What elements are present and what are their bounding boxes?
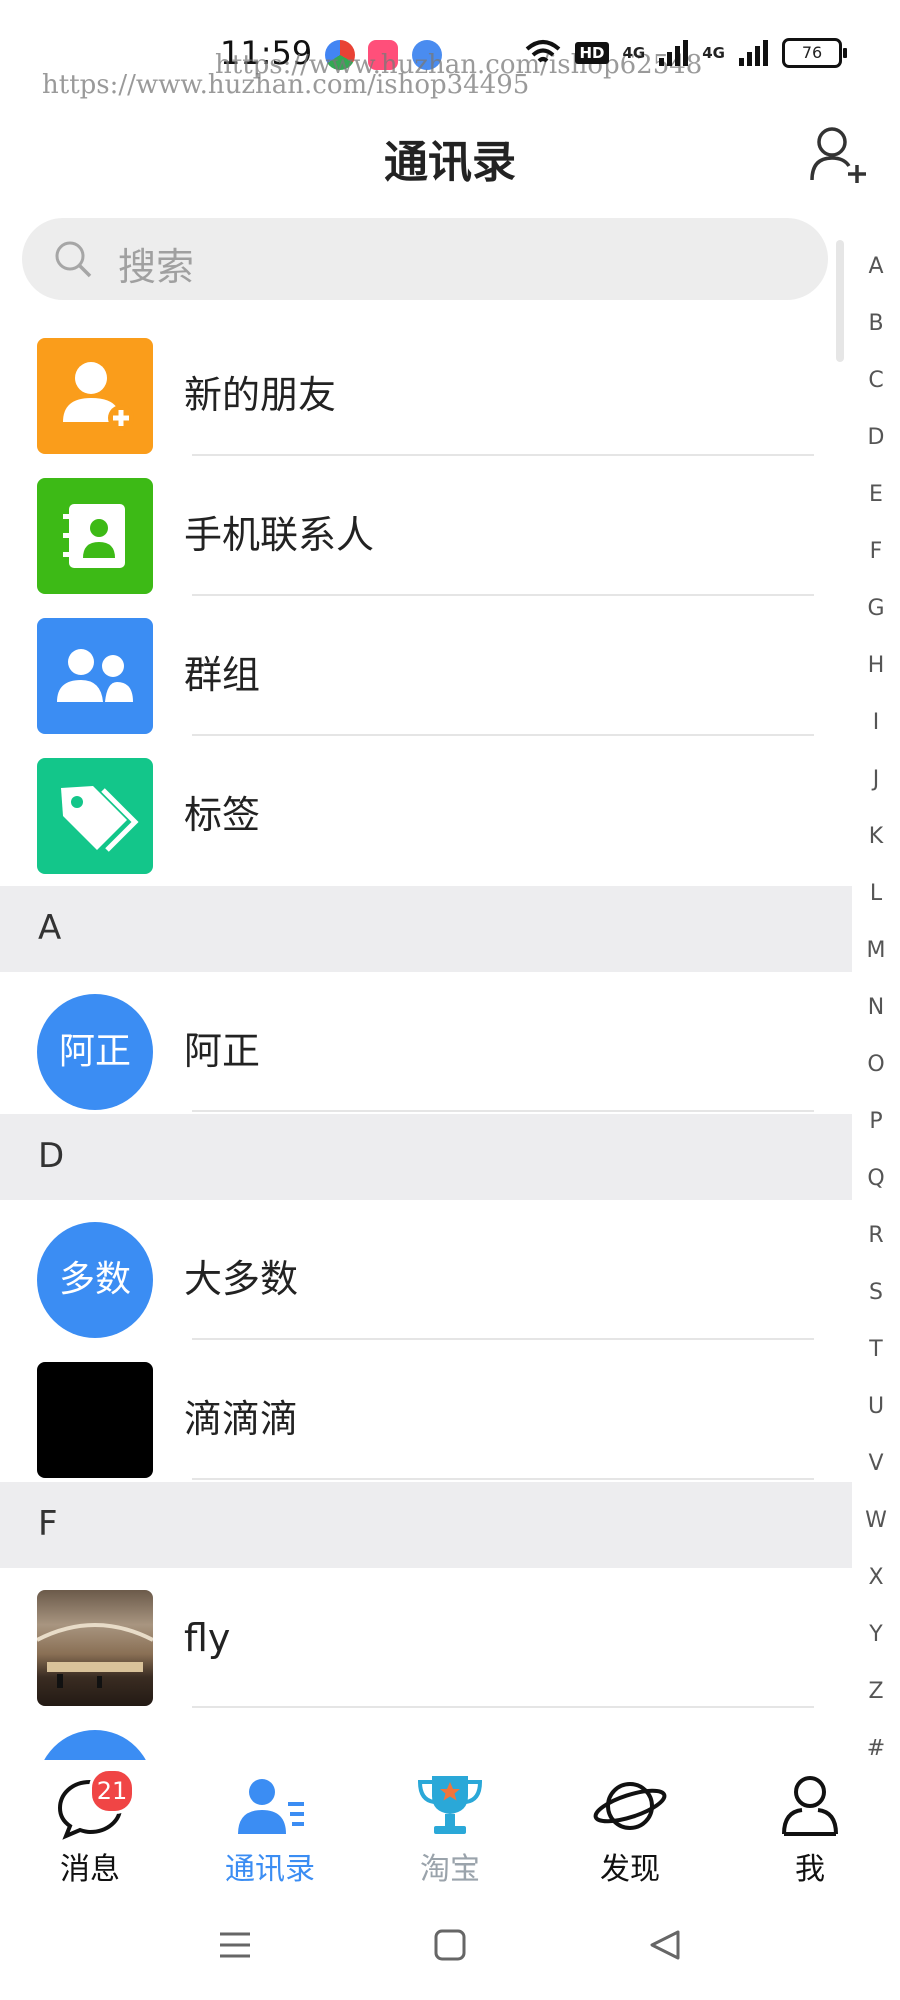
feature-item-new-friends[interactable]: 新的朋友: [0, 316, 850, 456]
bottom-tab-bar: 21 消息 通讯录 淘宝 发现 我: [0, 1760, 900, 1890]
tab-label: 发现: [600, 1852, 660, 1887]
tab-messages[interactable]: 21 消息: [0, 1760, 180, 1890]
menu-icon[interactable]: [218, 1928, 252, 1962]
section-header-d: D: [0, 1114, 852, 1200]
section-header-a: A: [0, 886, 852, 972]
tab-contacts[interactable]: 通讯录: [180, 1760, 360, 1890]
status-bar: 11:59 https://www.huzhan.com/ishop62548 …: [0, 0, 900, 110]
group-icon: [37, 618, 153, 734]
index-letter[interactable]: Y: [852, 1620, 900, 1677]
avatar-photo: [37, 1590, 153, 1706]
section-letter: F: [38, 1504, 58, 1544]
index-letter[interactable]: L: [852, 879, 900, 936]
add-friend-icon[interactable]: [808, 124, 868, 184]
feature-label: 群组: [184, 653, 261, 697]
index-letter[interactable]: H: [852, 651, 900, 708]
signal-icon: [739, 40, 768, 66]
index-letter[interactable]: F: [852, 537, 900, 594]
feature-label: 新的朋友: [184, 373, 337, 417]
feature-item-groups[interactable]: 群组: [0, 596, 850, 736]
section-letter: D: [38, 1136, 65, 1176]
contact-name: 大多数: [184, 1257, 299, 1301]
avatar: [37, 1730, 153, 1760]
index-letter[interactable]: R: [852, 1221, 900, 1278]
divider: [192, 1478, 814, 1480]
home-icon[interactable]: [433, 1928, 467, 1962]
divider: [192, 1110, 814, 1112]
page-title: 通讯录: [384, 137, 516, 188]
search-placeholder: 搜索: [118, 245, 195, 289]
index-letter[interactable]: I: [852, 708, 900, 765]
contact-row[interactable]: 滴滴滴: [0, 1340, 850, 1480]
contact-row[interactable]: fly: [0, 1568, 850, 1708]
unread-badge: 21: [89, 1768, 135, 1814]
contact-row[interactable]: [0, 1708, 850, 1760]
section-header-f: F: [0, 1482, 852, 1568]
battery-indicator: 76: [782, 38, 847, 68]
search-bar[interactable]: 搜索: [22, 218, 828, 300]
tab-me[interactable]: 我: [720, 1760, 900, 1890]
section-letter: A: [38, 908, 62, 948]
contacts-icon: [238, 1779, 304, 1834]
index-letter[interactable]: P: [852, 1107, 900, 1164]
avatar: 多数: [37, 1222, 153, 1338]
index-letter[interactable]: M: [852, 936, 900, 993]
trophy-icon: [417, 1776, 483, 1834]
tag-icon: [37, 758, 153, 874]
alphabet-index[interactable]: A B C D E F G H I J K L M N O P Q R S T …: [852, 252, 900, 1791]
avatar: 阿正: [37, 994, 153, 1110]
feature-item-phone-contacts[interactable]: 手机联系人: [0, 456, 850, 596]
back-icon[interactable]: [648, 1928, 682, 1962]
feature-label: 手机联系人: [184, 513, 375, 557]
avatar: [37, 1362, 153, 1478]
contact-name: fly: [184, 1616, 231, 1660]
index-letter[interactable]: N: [852, 993, 900, 1050]
status-indicators: HD 4G 4G 76: [525, 38, 847, 68]
tab-label: 通讯录: [225, 1852, 315, 1887]
wifi-icon: [526, 40, 561, 63]
phone-contacts-icon: [37, 478, 153, 594]
watermark-text: https://www.huzhan.com/ishop34495: [42, 70, 530, 100]
index-letter[interactable]: W: [852, 1506, 900, 1563]
index-letter[interactable]: S: [852, 1278, 900, 1335]
tab-taobao[interactable]: 淘宝: [360, 1760, 540, 1890]
contact-row[interactable]: 多数 大多数: [0, 1200, 850, 1340]
index-letter[interactable]: E: [852, 480, 900, 537]
index-letter[interactable]: J: [852, 765, 900, 822]
index-letter[interactable]: Q: [852, 1164, 900, 1221]
index-letter[interactable]: V: [852, 1449, 900, 1506]
signal-icon: [659, 40, 689, 66]
feature-item-tags[interactable]: 标签: [0, 736, 850, 876]
index-letter[interactable]: G: [852, 594, 900, 651]
index-letter[interactable]: O: [852, 1050, 900, 1107]
tab-label: 消息: [60, 1852, 120, 1887]
planet-icon: [593, 1782, 667, 1830]
tab-label: 淘宝: [420, 1852, 480, 1887]
network-label: 4G: [622, 44, 646, 62]
index-letter[interactable]: B: [852, 309, 900, 366]
index-letter[interactable]: U: [852, 1392, 900, 1449]
tab-label: 我: [795, 1852, 825, 1887]
system-navigation-bar: [0, 1890, 900, 2000]
tab-discover[interactable]: 发现: [540, 1760, 720, 1890]
index-letter[interactable]: D: [852, 423, 900, 480]
index-letter[interactable]: A: [852, 252, 900, 309]
add-user-icon: [37, 338, 153, 454]
index-letter[interactable]: K: [852, 822, 900, 879]
index-letter[interactable]: C: [852, 366, 900, 423]
hd-label: HD: [575, 42, 609, 64]
contact-row[interactable]: 阿正 阿正: [0, 972, 850, 1112]
search-icon: [55, 241, 92, 278]
network-label: 4G: [702, 44, 725, 62]
index-letter[interactable]: X: [852, 1563, 900, 1620]
profile-icon: [782, 1776, 838, 1836]
contact-name: 阿正: [184, 1029, 261, 1073]
contact-name: 滴滴滴: [184, 1397, 299, 1441]
feature-label: 标签: [184, 793, 261, 837]
index-letter[interactable]: Z: [852, 1677, 900, 1734]
index-letter[interactable]: T: [852, 1335, 900, 1392]
